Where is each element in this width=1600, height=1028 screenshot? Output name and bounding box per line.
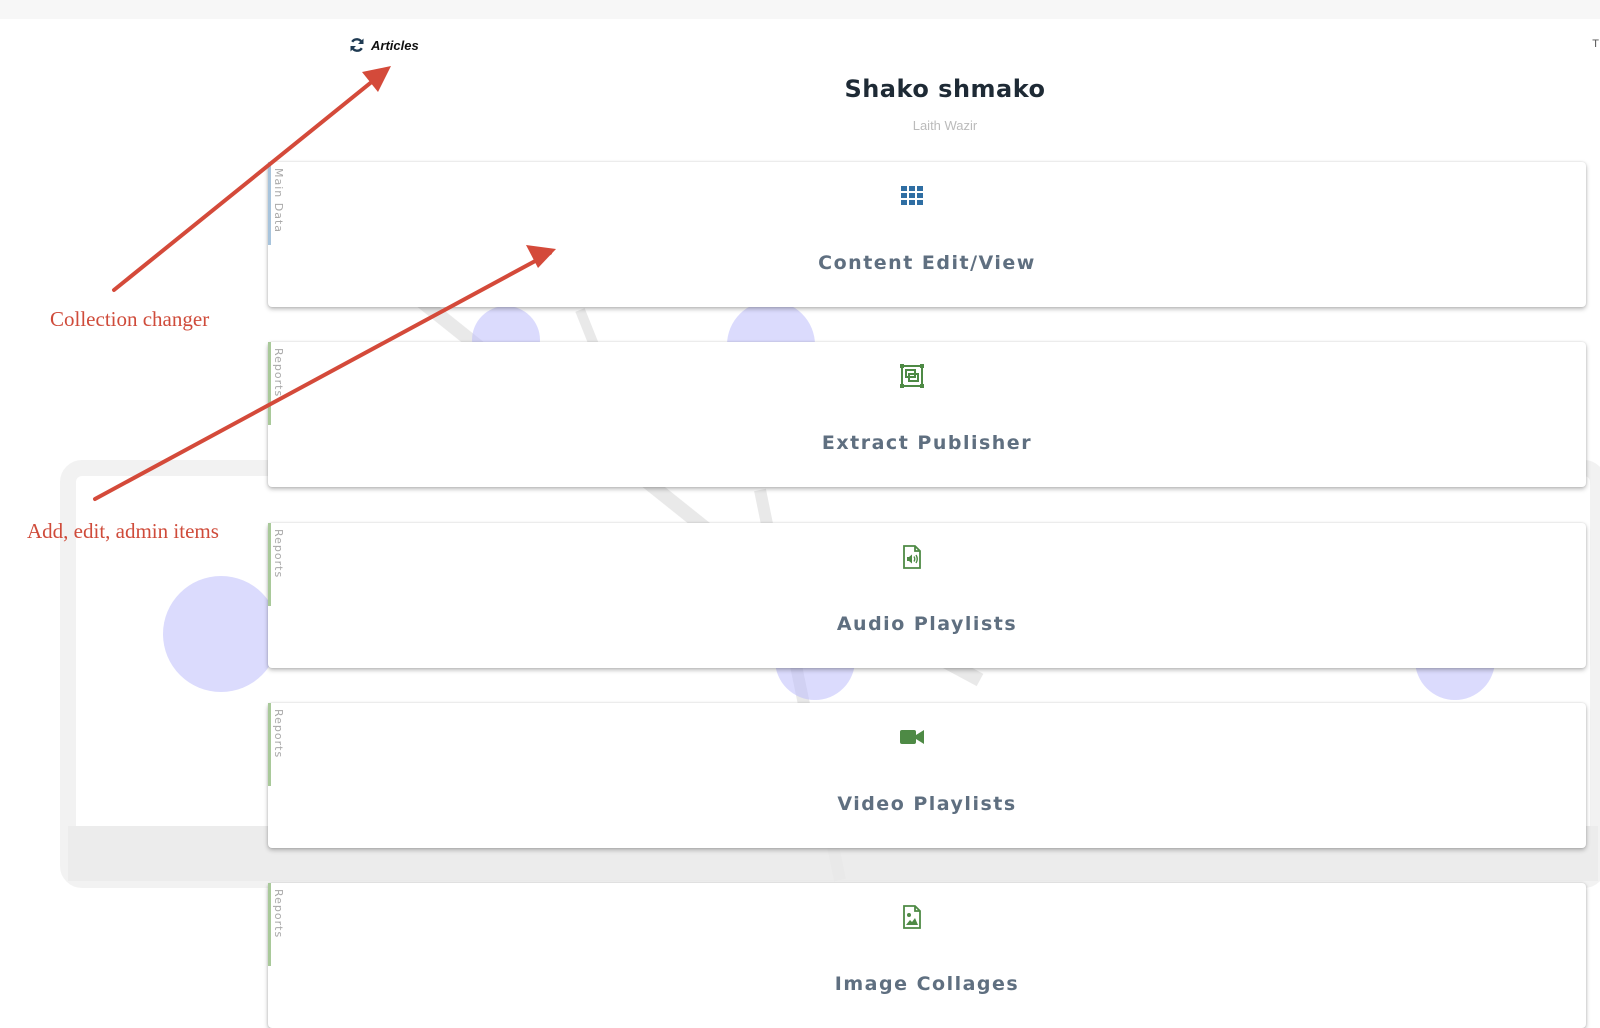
collection-label: Articles <box>371 37 419 53</box>
card-extract-publisher[interactable]: Reports Extract Publisher <box>268 342 1586 487</box>
card-label: Extract Publisher <box>821 432 1033 454</box>
card-label: Audio Playlists <box>836 613 1018 635</box>
card-image-collages[interactable]: Reports Image Collages <box>268 883 1586 1028</box>
refresh-icon <box>350 38 364 52</box>
card-tag: Reports <box>272 529 285 579</box>
annotation-collection-changer: Collection changer <box>50 307 210 331</box>
card-label: Image Collages <box>834 973 1020 995</box>
card-tag: Main Data <box>272 168 285 234</box>
card-accent-bar <box>268 703 271 786</box>
page-subtitle: Laith Wazir <box>912 118 978 133</box>
card-content-edit-view[interactable]: Main Data Content Edit/View <box>268 162 1586 307</box>
card-label: Content Edit/View <box>818 252 1036 274</box>
card-label: Video Playlists <box>837 793 1017 815</box>
grid-icon <box>901 186 923 205</box>
page-title: Shako shmako <box>844 75 1046 103</box>
card-tag: Reports <box>272 709 285 759</box>
card-accent-bar <box>268 523 271 606</box>
audio-file-icon <box>903 545 921 569</box>
card-tag: Reports <box>272 348 285 398</box>
corner-text: T <box>1592 38 1599 50</box>
card-accent-bar <box>268 883 271 966</box>
card-audio-playlists[interactable]: Reports Audio Playlists <box>268 523 1586 668</box>
card-video-playlists[interactable]: Reports Video Playlists <box>268 703 1586 848</box>
card-tag: Reports <box>272 889 285 939</box>
video-camera-icon <box>900 730 924 744</box>
image-file-icon <box>903 905 921 929</box>
annotation-add-edit-admin: Add, edit, admin items <box>27 519 219 543</box>
publish-frame-icon <box>900 364 924 388</box>
card-accent-bar <box>268 162 271 245</box>
card-accent-bar <box>268 342 271 425</box>
collection-changer[interactable]: Articles <box>349 37 419 53</box>
